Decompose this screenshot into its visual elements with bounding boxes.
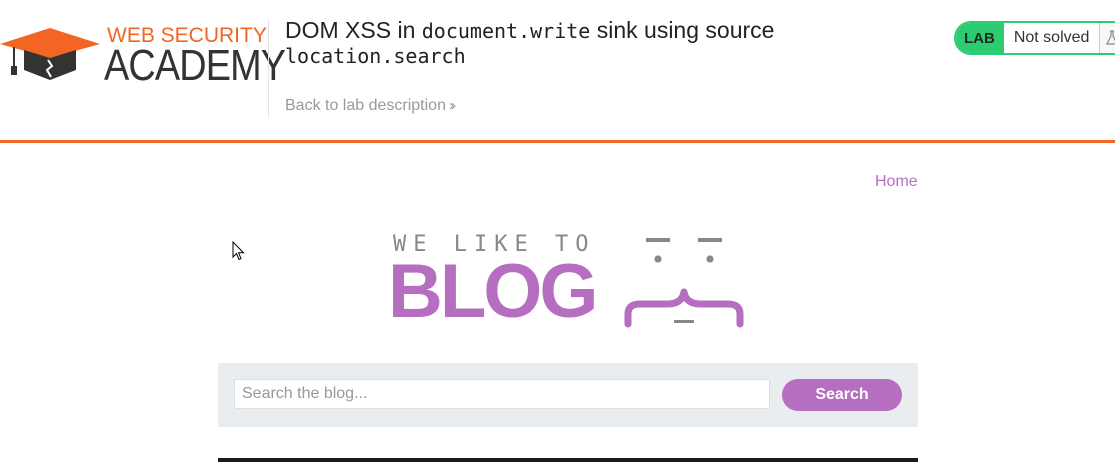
home-nav-link[interactable]: Home <box>875 173 918 191</box>
logo-academy-text: ACADEMY <box>104 41 286 90</box>
lab-title-prefix: DOM XSS in <box>285 17 422 43</box>
page: WEB SECURITY ACADEMY DOM XSS in document… <box>0 0 1115 462</box>
search-input[interactable] <box>234 379 770 409</box>
lab-badge: LAB <box>956 23 1004 53</box>
post-image[interactable] <box>218 458 918 462</box>
curly-brace-face-icon <box>624 238 744 328</box>
header-orange-rule <box>0 140 1115 143</box>
graduation-cap-icon <box>0 28 100 80</box>
back-link-label: Back to lab description <box>285 97 446 114</box>
mouse-cursor-icon <box>232 241 245 261</box>
back-to-lab-description-link[interactable]: Back to lab description ›› <box>285 97 456 115</box>
search-panel: Search <box>218 363 918 427</box>
search-button[interactable]: Search <box>782 379 902 411</box>
double-chevron-right-icon: ›› <box>448 97 456 114</box>
lab-title-middle: sink using source <box>590 17 775 43</box>
lab-title-code-sink: document.write <box>421 19 591 43</box>
academy-logo[interactable]: WEB SECURITY ACADEMY <box>0 22 286 92</box>
lab-status-text: Not solved <box>1003 23 1100 53</box>
blog-title: BLOG <box>388 249 599 334</box>
lab-title: DOM XSS in document.write sink using sou… <box>285 18 885 68</box>
lab-title-code-source: location.search <box>285 44 466 68</box>
academy-header: WEB SECURITY ACADEMY DOM XSS in document… <box>0 0 1115 140</box>
lab-status-widget: LAB Not solved <box>954 21 1115 55</box>
header-divider <box>268 20 269 118</box>
flask-icon <box>1099 23 1115 53</box>
